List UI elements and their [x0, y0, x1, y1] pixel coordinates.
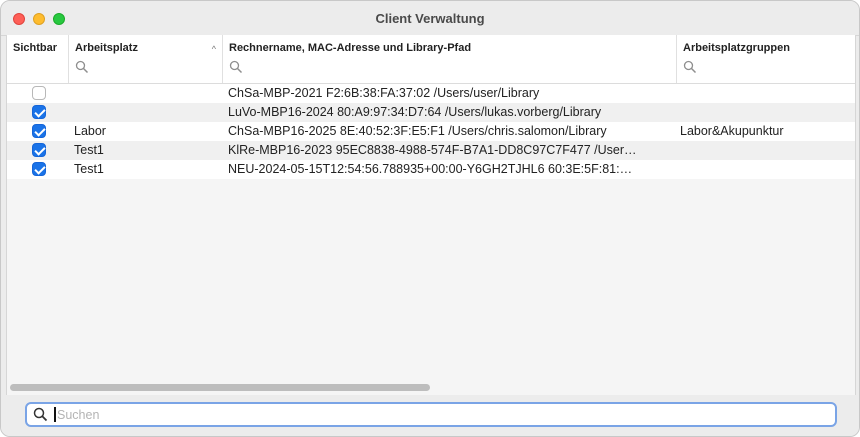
search-icon[interactable] — [75, 60, 89, 74]
rechner-cell: ChSa-MBP-2021 F2:6B:38:FA:37:02 /Users/u… — [228, 86, 540, 100]
column-header-rechner[interactable]: Rechnername, MAC-Adresse und Library-Pfa… — [223, 35, 677, 83]
table-row[interactable]: Test1 NEU-2024-05-15T12:54:56.788935+00:… — [7, 160, 855, 179]
column-label-rechner: Rechnername, MAC-Adresse und Library-Pfa… — [229, 42, 472, 54]
column-header-arbeitsplatz[interactable]: Arbeitsplatz ^ — [69, 35, 223, 83]
table-row[interactable]: LuVo-MBP16-2024 80:A9:97:34:D7:64 /Users… — [7, 103, 855, 122]
table-row[interactable]: ChSa-MBP-2021 F2:6B:38:FA:37:02 /Users/u… — [7, 84, 855, 103]
window-title: Client Verwaltung — [375, 11, 485, 26]
client-verwaltung-window: Client Verwaltung Sichtbar Arbeitsplatz … — [0, 0, 860, 437]
rechner-cell: NEU-2024-05-15T12:54:56.788935+00:00-Y6G… — [228, 162, 633, 176]
bottom-bar — [1, 395, 859, 436]
column-label-sichtbar: Sichtbar — [13, 42, 58, 54]
horizontal-scrollbar[interactable] — [10, 384, 430, 391]
gruppen-cell: Labor&Akupunktur — [680, 124, 784, 138]
table-row[interactable]: Test1 KlRe-MBP16-2023 95EC8838-4988-574F… — [7, 141, 855, 160]
rechner-cell: ChSa-MBP16-2025 8E:40:52:3F:E5:F1 /Users… — [228, 124, 607, 138]
table-row[interactable]: Labor ChSa-MBP16-2025 8E:40:52:3F:E5:F1 … — [7, 122, 855, 141]
visibility-checkbox[interactable] — [32, 162, 46, 176]
title-bar: Client Verwaltung — [1, 1, 859, 36]
search-icon[interactable] — [683, 60, 697, 74]
search-input[interactable] — [57, 404, 817, 425]
visibility-checkbox[interactable] — [32, 143, 46, 157]
clients-table: Sichtbar Arbeitsplatz ^ Rechnername, MAC… — [6, 35, 856, 395]
visibility-checkbox[interactable] — [32, 86, 46, 100]
column-label-arbeitsplatz: Arbeitsplatz — [75, 42, 138, 54]
arbeitsplatz-cell: Labor — [74, 124, 106, 138]
arbeitsplatz-cell: Test1 — [74, 143, 104, 157]
arbeitsplatz-cell: Test1 — [74, 162, 104, 176]
rechner-cell: KlRe-MBP16-2023 95EC8838-4988-574F-B7A1-… — [228, 143, 637, 157]
search-icon[interactable] — [229, 60, 243, 74]
search-field[interactable] — [25, 402, 837, 427]
search-icon — [33, 407, 48, 422]
column-label-gruppen: Arbeitsplatzgruppen — [683, 42, 790, 54]
column-header-gruppen[interactable]: Arbeitsplatzgruppen — [677, 35, 855, 83]
table-header: Sichtbar Arbeitsplatz ^ Rechnername, MAC… — [7, 35, 855, 84]
column-header-sichtbar[interactable]: Sichtbar — [7, 35, 69, 83]
rechner-cell: LuVo-MBP16-2024 80:A9:97:34:D7:64 /Users… — [228, 105, 602, 119]
visibility-checkbox[interactable] — [32, 124, 46, 138]
chevron-up-icon: ^ — [211, 44, 216, 54]
text-cursor — [54, 407, 56, 422]
visibility-checkbox[interactable] — [32, 105, 46, 119]
table-empty-area — [7, 179, 855, 379]
